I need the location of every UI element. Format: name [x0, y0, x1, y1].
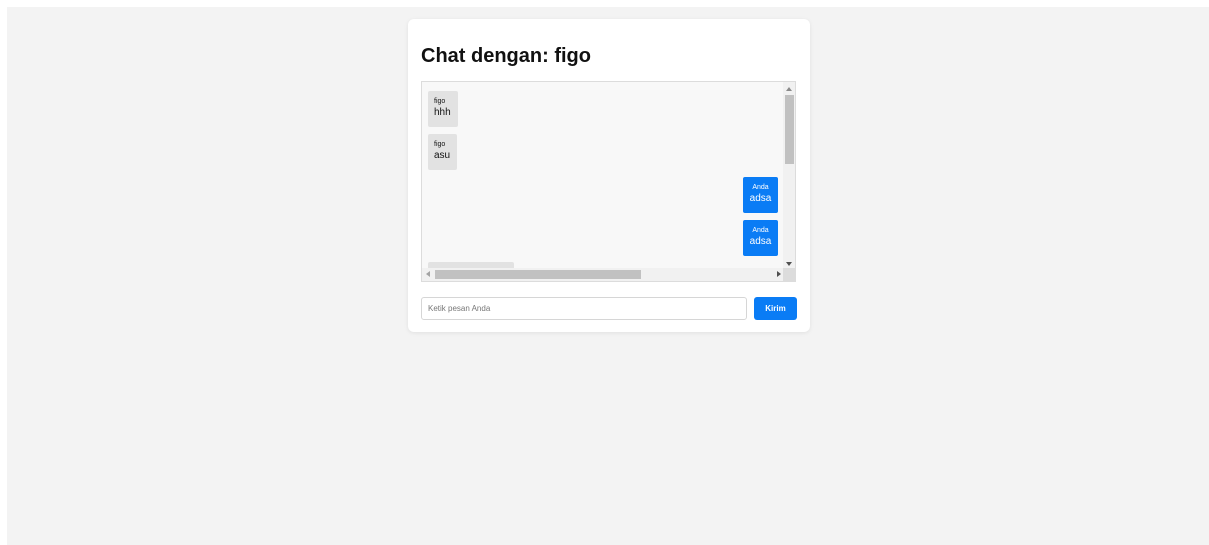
horizontal-scrollbar[interactable] [422, 268, 785, 281]
scroll-left-arrow-icon[interactable] [426, 271, 430, 277]
message-text: asu [434, 150, 451, 161]
message-sender: Anda [752, 227, 769, 234]
send-button[interactable]: Kirim [754, 297, 797, 320]
scroll-right-arrow-icon[interactable] [777, 271, 781, 277]
vertical-scroll-thumb[interactable] [785, 95, 794, 164]
message-text: adsa [749, 193, 772, 204]
message-bubble: figo hhh [428, 91, 458, 127]
page-title: Chat dengan: figo [421, 45, 591, 67]
message-text: adsa [749, 236, 772, 247]
scroll-down-arrow-icon[interactable] [786, 262, 792, 266]
scroll-up-arrow-icon[interactable] [786, 87, 792, 91]
horizontal-scroll-thumb[interactable] [435, 270, 641, 279]
message-bubble: Anda adsa [743, 220, 778, 256]
vertical-scrollbar[interactable] [783, 82, 795, 270]
message-sender: figo [434, 141, 446, 148]
scrollbar-corner [783, 268, 795, 281]
message-bubble: figo asu [428, 134, 457, 170]
message-text: hhh [434, 107, 451, 118]
message-input[interactable] [421, 297, 747, 320]
message-sender: Anda [752, 184, 769, 191]
message-sender: figo [434, 98, 446, 105]
chat-card: Chat dengan: figo figo hhh figo asu Anda… [408, 19, 810, 332]
chat-messages[interactable]: figo hhh figo asu Anda adsa Anda adsa [421, 81, 796, 282]
message-bubble: Anda adsa [743, 177, 778, 213]
